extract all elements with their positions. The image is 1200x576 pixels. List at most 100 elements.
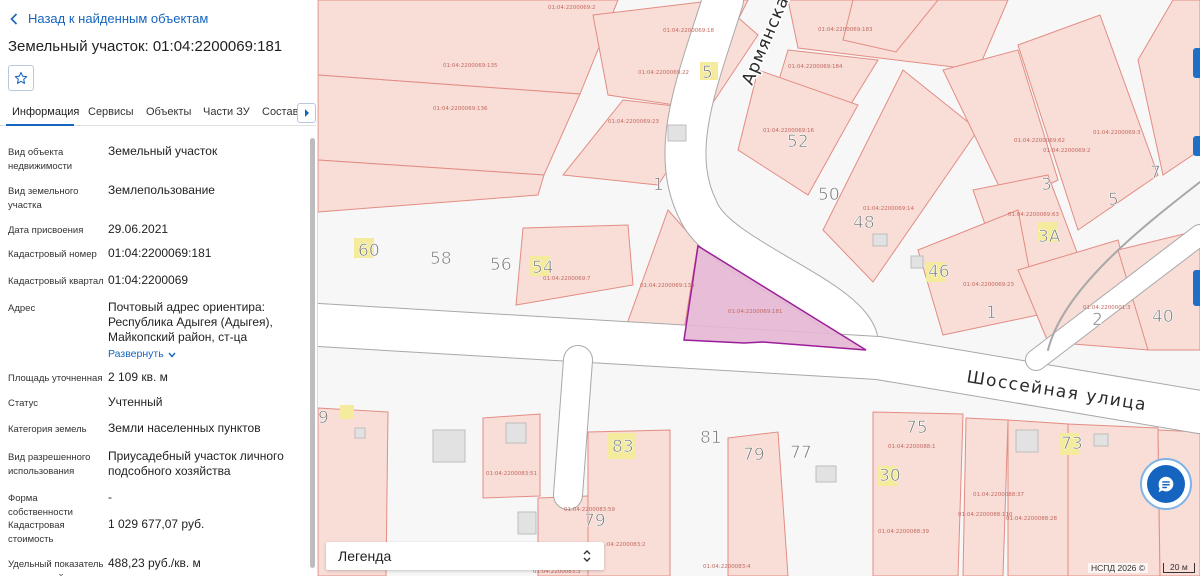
info-label: Удельный показатель кадастровой bbox=[8, 559, 104, 576]
parcel-id: 01:04:2200069:181 bbox=[728, 309, 783, 315]
house-number: 60 bbox=[358, 241, 380, 261]
parcel-id: 01:04:2200069:3 bbox=[1093, 130, 1141, 136]
address-text: Почтовый адрес ориентира: Республика Ады… bbox=[108, 302, 273, 344]
tab-parts[interactable]: Части ЗУ bbox=[203, 106, 250, 118]
back-link[interactable]: Назад к найденным объектам bbox=[10, 11, 208, 26]
info-label: Категория земель bbox=[8, 424, 87, 435]
parcel-id: 01:04:2200069:2 bbox=[1043, 148, 1091, 154]
info-value: 29.06.2021 bbox=[108, 222, 169, 236]
map-credit: НСПД 2026 © bbox=[1088, 563, 1149, 573]
parcel-id: 01:04:2200069:63 bbox=[1008, 212, 1060, 218]
building bbox=[872, 233, 888, 247]
house-number: 9 bbox=[318, 408, 329, 428]
side-panel-tab[interactable] bbox=[1193, 270, 1200, 306]
info-value: Почтовый адрес ориентира: Республика Ады… bbox=[108, 302, 304, 362]
house-number: 1 bbox=[986, 303, 997, 323]
number-badge bbox=[340, 405, 354, 419]
expand-address-link[interactable]: Развернуть bbox=[108, 347, 176, 362]
parcel-id: 01:04:2200069:136 bbox=[433, 106, 488, 112]
favorite-button[interactable] bbox=[8, 65, 34, 91]
legend-label: Легенда bbox=[338, 548, 392, 564]
chat-button[interactable] bbox=[1140, 458, 1192, 510]
info-value: 01:04:2200069:181 bbox=[108, 246, 212, 260]
info-value: Землепользование bbox=[108, 183, 215, 197]
info-label: Площадь уточненная bbox=[8, 373, 103, 384]
house-number: 46 bbox=[928, 262, 950, 282]
parcel-id: 01:04:2200088:37 bbox=[973, 492, 1025, 498]
parcel-id: 01:04:2200069:23 bbox=[608, 119, 660, 125]
chat-button-inner bbox=[1147, 465, 1185, 503]
house-number: 40 bbox=[1152, 307, 1174, 327]
parcel-id: 01:04:2200083:59 bbox=[564, 507, 616, 513]
building bbox=[1015, 429, 1039, 453]
chat-icon bbox=[1158, 476, 1174, 493]
house-number: 1 bbox=[653, 175, 664, 195]
info-value: 2 109 кв. м bbox=[108, 370, 168, 384]
parcel-id: 01:04:2200069:14 bbox=[863, 206, 915, 212]
road-side-south-fill bbox=[554, 346, 592, 509]
info-label: Вид земельного участка bbox=[8, 186, 79, 211]
info-value: Земли населенных пунктов bbox=[108, 421, 261, 435]
house-number: 5 bbox=[1108, 190, 1119, 210]
info-label: Статус bbox=[8, 398, 39, 409]
chevron-right-icon bbox=[304, 109, 309, 117]
parcel-id: 01:04:2200069:18 bbox=[663, 28, 715, 34]
parcel-id: 01:04:2200001:3 bbox=[1083, 305, 1131, 311]
house-number: 73 bbox=[1061, 434, 1083, 454]
side-panel-tab[interactable] bbox=[1193, 136, 1200, 156]
house-number: 79 bbox=[584, 511, 606, 531]
tab-services[interactable]: Сервисы bbox=[88, 106, 134, 118]
chevron-down-icon bbox=[168, 352, 176, 358]
tabs-scroll-right-button[interactable] bbox=[297, 103, 316, 123]
tab-bar: Информация Сервисы Объекты Части ЗУ Сост… bbox=[0, 100, 316, 126]
info-label: Кадастровая стоимость bbox=[8, 520, 65, 545]
info-value: 1 029 677,07 руб. bbox=[108, 517, 205, 531]
house-number: 50 bbox=[818, 185, 840, 205]
info-panel: Назад к найденным объектам Земельный уча… bbox=[0, 0, 318, 576]
parcel-id: 01:04:2200069:183 bbox=[818, 27, 873, 33]
map-scale: 20 м bbox=[1163, 563, 1195, 573]
house-number: 2 bbox=[1092, 310, 1103, 330]
tab-information[interactable]: Информация bbox=[12, 106, 79, 118]
parcel-id: 01:04:2200069:135 bbox=[443, 63, 498, 69]
info-label: Вид разрешенного использования bbox=[8, 452, 91, 477]
side-panel-tab[interactable] bbox=[1193, 48, 1200, 78]
info-label: Форма собственности bbox=[8, 493, 73, 518]
parcel-id: 01:04:2200069:2 bbox=[548, 5, 596, 11]
panel-scrollbar[interactable] bbox=[310, 138, 315, 568]
info-value: Земельный участок bbox=[108, 144, 218, 158]
parcel-id: 01:04:2200088:39 bbox=[878, 529, 930, 535]
info-value: 01:04:2200069 bbox=[108, 273, 189, 287]
house-number: 48 bbox=[853, 213, 875, 233]
house-number: 75 bbox=[906, 418, 928, 438]
back-link-label: Назад к найденным объектам bbox=[28, 11, 209, 26]
parcel-id: 01:04:2200083:51 bbox=[486, 471, 537, 477]
legend-dropdown[interactable]: Легенда bbox=[326, 542, 604, 570]
building bbox=[517, 511, 537, 535]
info-value: - bbox=[108, 490, 112, 504]
info-label: Кадастровый квартал bbox=[8, 276, 104, 287]
house-number: 3А bbox=[1038, 227, 1061, 247]
tab-objects[interactable]: Объекты bbox=[146, 106, 191, 118]
house-number: 7 bbox=[1150, 163, 1161, 183]
house-number: 81 bbox=[700, 428, 722, 448]
house-number: 79 bbox=[743, 445, 765, 465]
parcel-id: 01:04:2200088:1 bbox=[888, 444, 936, 450]
star-icon bbox=[14, 71, 28, 84]
map-view[interactable]: 60 58 56 54 52 50 48 46 5 1 3 3А 5 7 1 2… bbox=[318, 0, 1200, 576]
house-number: 77 bbox=[790, 443, 812, 463]
parcel-id: 01:04:2200069:62 bbox=[1014, 138, 1065, 144]
info-label: Адрес bbox=[8, 303, 36, 314]
building bbox=[1093, 433, 1109, 447]
tab-composition[interactable]: Состав bbox=[262, 106, 298, 118]
house-number: 30 bbox=[879, 466, 901, 486]
parcel-id: 01:04:2200069:134 bbox=[640, 283, 695, 289]
map-canvas[interactable]: 60 58 56 54 52 50 48 46 5 1 3 3А 5 7 1 2… bbox=[318, 0, 1200, 576]
expand-label: Развернуть bbox=[108, 348, 164, 360]
parcel-id: 01:04:2200083:2 bbox=[598, 542, 646, 548]
parcel-id: 01:04:2200069:22 bbox=[638, 70, 689, 76]
info-value: Учтенный bbox=[108, 395, 163, 409]
info-label: Дата присвоения bbox=[8, 225, 84, 236]
info-value: 488,23 руб./кв. м bbox=[108, 556, 201, 570]
building bbox=[505, 422, 527, 444]
